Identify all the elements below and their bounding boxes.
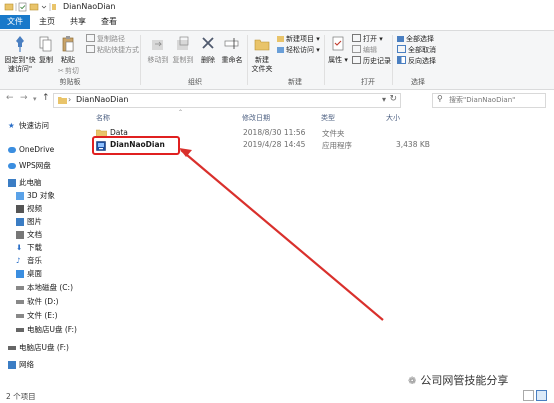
status-bar: 2 个项目	[0, 389, 554, 403]
arrow-head	[179, 148, 192, 157]
annotation-overlay	[92, 136, 384, 321]
watermark: ❁ 公司网管技能分享	[408, 372, 508, 388]
item-count: 2 个项目	[6, 392, 36, 401]
highlight-box	[92, 136, 180, 155]
watermark-text: 公司网管技能分享	[420, 374, 509, 387]
large-icons-view-icon[interactable]	[536, 390, 547, 401]
arrow-shaft	[180, 149, 384, 321]
wechat-icon: ❁	[408, 376, 417, 387]
details-view-icon[interactable]	[523, 390, 534, 401]
